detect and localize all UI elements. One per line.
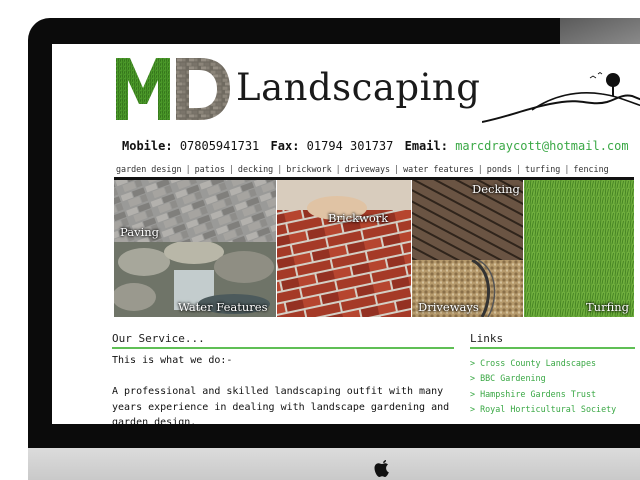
- driveways-tile[interactable]: Driveways: [412, 260, 523, 317]
- link-hampshire-gardens-trust[interactable]: > Hampshire Gardens Trust: [470, 387, 616, 402]
- driveways-caption: Driveways: [418, 300, 479, 314]
- links-list: > Cross County Landscapes > BBC Gardenin…: [470, 356, 616, 417]
- hills-tree-icon: [482, 72, 640, 123]
- nav-item-turfing[interactable]: turfing: [525, 164, 560, 174]
- nav-separator: |: [394, 164, 400, 174]
- nav-separator: |: [335, 164, 341, 174]
- email-label: Email:: [404, 139, 448, 153]
- water-features-tile[interactable]: Water Features: [114, 242, 276, 317]
- service-paragraph: A professional and skilled landscaping o…: [112, 386, 450, 424]
- nav-item-garden-design[interactable]: garden design: [116, 164, 182, 174]
- turfing-tile[interactable]: Turfing: [524, 180, 634, 317]
- nav-separator: |: [277, 164, 283, 174]
- services-image-grid: Paving Water Features Brickwork Decking …: [114, 180, 634, 317]
- nav-item-patios[interactable]: patios: [195, 164, 225, 174]
- nav-separator: |: [185, 164, 191, 174]
- contact-line: Mobile: 07805941731 Fax: 01794 301737 Em…: [122, 139, 633, 153]
- our-service-heading: Our Service...: [112, 332, 205, 345]
- nav-item-driveways[interactable]: driveways: [345, 164, 390, 174]
- website-screen: Landscaping Mobile: 07805941731 Fax: 017…: [52, 44, 640, 424]
- nav-item-ponds[interactable]: ponds: [487, 164, 512, 174]
- fax-label: Fax:: [270, 139, 300, 153]
- links-heading: Links: [470, 332, 504, 345]
- mobile-number: 07805941731: [179, 139, 260, 153]
- service-intro: This is what we do:-: [112, 355, 233, 366]
- links-rule: [470, 347, 635, 349]
- nav-separator: |: [228, 164, 234, 174]
- nav-item-decking[interactable]: decking: [238, 164, 273, 174]
- fax-number: 01794 301737: [306, 139, 394, 153]
- email-link[interactable]: marcdraycott@hotmail.com: [455, 139, 628, 153]
- brickwork-tile[interactable]: Brickwork: [277, 180, 411, 317]
- link-royal-horticultural-society[interactable]: > Royal Horticultural Society: [470, 402, 616, 417]
- nav-item-fencing[interactable]: fencing: [573, 164, 608, 174]
- nav-item-water-features[interactable]: water features: [403, 164, 474, 174]
- background-corner: [560, 18, 640, 44]
- nav-separator: |: [477, 164, 483, 174]
- brickwork-caption: Brickwork: [328, 211, 389, 225]
- nav-menu: garden design | patios | decking | brickwork | d…: [116, 164, 609, 174]
- turfing-image: [524, 180, 634, 317]
- apple-logo-icon: [374, 460, 389, 477]
- our-service-rule: [112, 347, 454, 349]
- decking-tile[interactable]: Decking: [412, 180, 523, 260]
- nav-separator: |: [564, 164, 570, 174]
- water-features-caption: Water Features: [178, 300, 268, 314]
- paving-tile[interactable]: Paving: [114, 180, 276, 242]
- mobile-label: Mobile:: [122, 139, 173, 153]
- link-bbc-gardening[interactable]: > BBC Gardening: [470, 371, 616, 386]
- decking-caption: Decking: [472, 182, 520, 196]
- nav-item-brickwork[interactable]: brickwork: [286, 164, 331, 174]
- monitor-chin: [28, 448, 640, 480]
- link-cross-county-landscapes[interactable]: > Cross County Landscapes: [470, 356, 616, 371]
- turfing-caption: Turfing: [586, 300, 630, 314]
- logo-wordmark: Landscaping: [236, 66, 481, 109]
- nav-separator: |: [516, 164, 522, 174]
- brickwork-image: [277, 180, 411, 317]
- paving-caption: Paving: [120, 225, 160, 239]
- md-logo-icon: [116, 58, 230, 120]
